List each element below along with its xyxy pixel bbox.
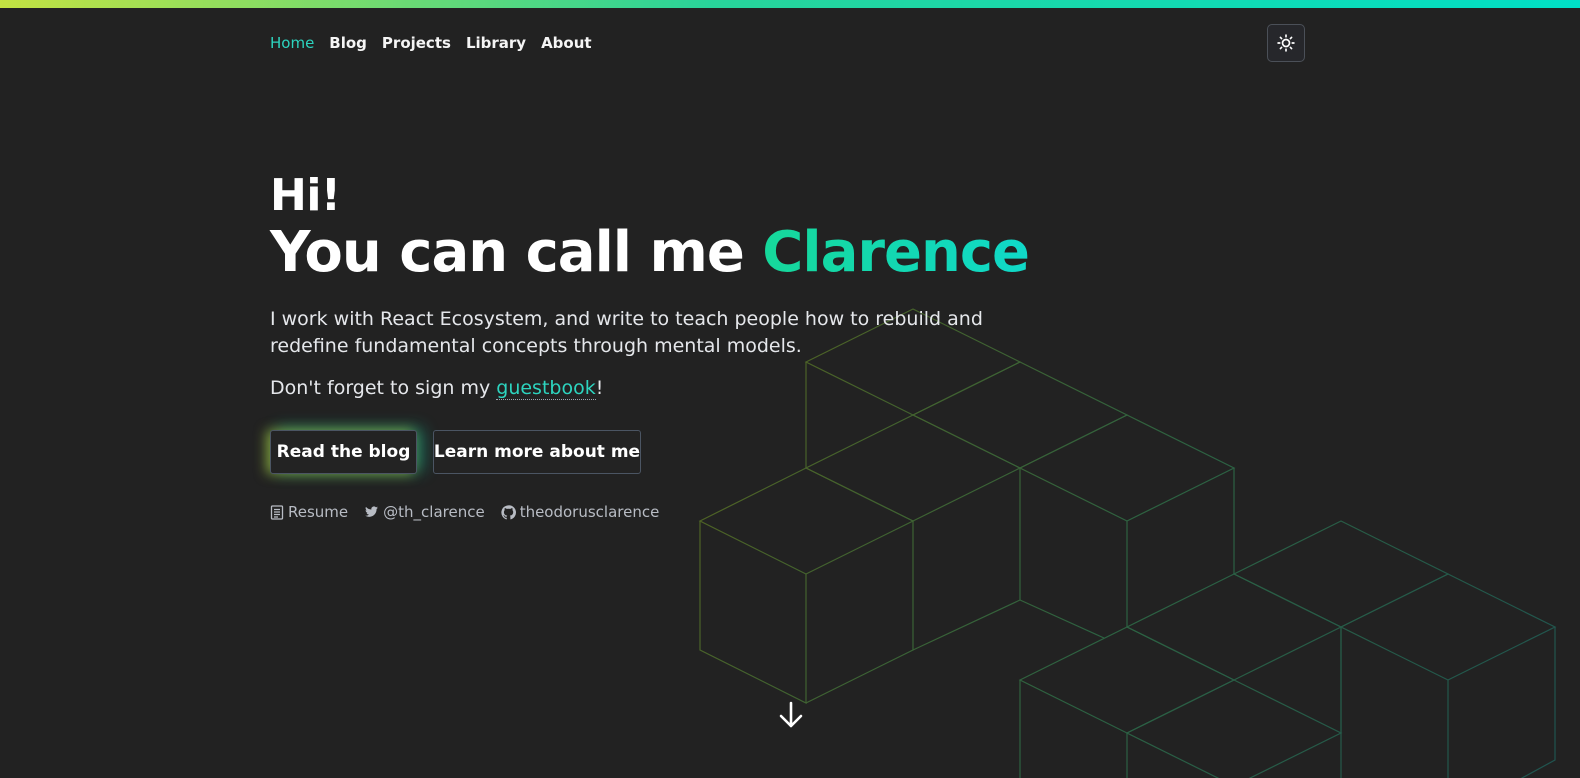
nav-projects[interactable]: Projects xyxy=(382,31,451,55)
read-blog-button[interactable]: Read the blog xyxy=(270,430,417,474)
guestbook-link[interactable]: guestbook xyxy=(496,377,596,400)
guestbook-line: Don't forget to sign my guestbook! xyxy=(270,374,1090,402)
twitter-icon xyxy=(365,506,379,517)
nav-home[interactable]: Home xyxy=(270,31,314,55)
sun-icon xyxy=(1277,34,1295,52)
github-label: theodorusclarence xyxy=(519,503,660,521)
arrow-down-icon xyxy=(779,701,803,728)
learn-more-button[interactable]: Learn more about me xyxy=(433,430,641,474)
hero-description: I work with React Ecosystem, and write t… xyxy=(270,308,983,357)
theme-toggle-button[interactable] xyxy=(1267,24,1305,62)
twitter-label: @th_clarence xyxy=(383,503,485,521)
nav-library[interactable]: Library xyxy=(466,31,526,55)
document-icon xyxy=(270,504,284,520)
resume-link[interactable]: Resume xyxy=(270,503,348,521)
github-link[interactable]: theodorusclarence xyxy=(501,503,660,521)
nav-blog[interactable]: Blog xyxy=(329,31,367,55)
nav-about[interactable]: About xyxy=(541,31,592,55)
hero-greeting: Hi! xyxy=(270,170,341,221)
hero-section: Hi! You can call me Clarence I work with… xyxy=(270,168,1090,402)
guestbook-suffix: ! xyxy=(595,377,604,399)
hero-buttons: Read the blog Learn more about me xyxy=(270,430,641,474)
scroll-down-button[interactable] xyxy=(776,700,806,730)
guestbook-prefix: Don't forget to sign my xyxy=(270,377,497,399)
page: Home Blog Projects Library About Hi! You… xyxy=(0,0,1580,778)
hero-headline: You can call me Clarence xyxy=(270,221,1090,285)
resume-label: Resume xyxy=(288,503,349,521)
top-gradient-bar xyxy=(0,0,1580,8)
social-links: Resume @th_clarence theodorusclarence xyxy=(270,503,675,521)
github-icon xyxy=(501,504,516,519)
main-navigation: Home Blog Projects Library About xyxy=(270,31,607,55)
twitter-link[interactable]: @th_clarence xyxy=(364,503,485,521)
hero-name: Clarence xyxy=(762,220,1030,285)
hero-name-prefix: You can call me xyxy=(270,220,763,285)
